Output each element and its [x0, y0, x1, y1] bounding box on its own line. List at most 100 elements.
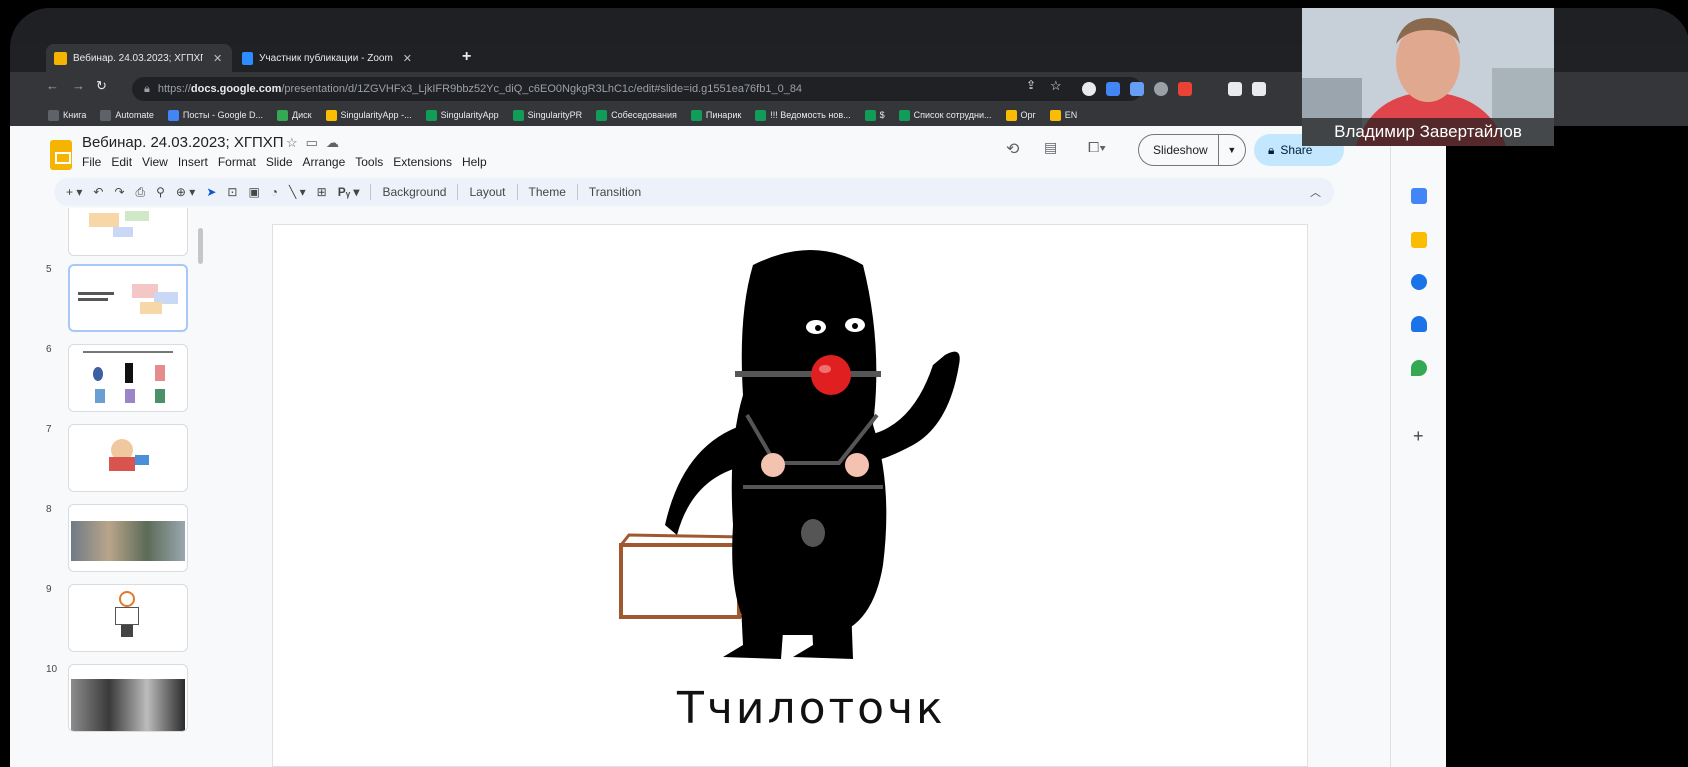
- tab-close-icon[interactable]: ✕: [403, 52, 412, 65]
- bookmark-item[interactable]: EN: [1049, 109, 1077, 121]
- add-addon-icon[interactable]: +: [1413, 426, 1424, 447]
- chevron-up-icon[interactable]: ︿: [1310, 184, 1321, 200]
- text-box-icon[interactable]: ⊡: [227, 185, 237, 199]
- menu-arrange[interactable]: Arrange: [303, 155, 346, 169]
- bookmark-icon: [864, 109, 876, 121]
- filmstrip-scrollbar[interactable]: [198, 228, 203, 264]
- slide-number: 7: [46, 424, 52, 435]
- right-pupil: [852, 323, 858, 329]
- forward-icon[interactable]: →: [72, 78, 85, 93]
- slideshow-button[interactable]: Slideshow ▼: [1138, 134, 1246, 166]
- slide-canvas[interactable]: Тчилоточк: [272, 224, 1308, 767]
- bookmark-icon: [755, 109, 767, 121]
- cloud-status-icon[interactable]: ☁: [326, 135, 347, 150]
- tab-close-icon[interactable]: ✕: [213, 52, 222, 65]
- participant-video-tile[interactable]: Владимир Завертайлов: [1302, 8, 1554, 146]
- move-folder-icon[interactable]: ▭: [306, 135, 326, 150]
- calendar-icon[interactable]: [1411, 188, 1427, 204]
- slide-number: 5: [46, 264, 52, 275]
- tasks-icon[interactable]: [1411, 274, 1427, 290]
- extension-icon[interactable]: [1082, 82, 1096, 96]
- slide-thumb-card: [68, 504, 188, 572]
- chevron-down-icon[interactable]: ▼: [1217, 135, 1245, 165]
- share-page-icon[interactable]: ⇪: [1026, 78, 1036, 92]
- bookmark-item[interactable]: SingularityApp: [425, 109, 499, 121]
- bookmark-item[interactable]: Список сотрудни...: [898, 109, 992, 121]
- bookmark-item[interactable]: Пинарик: [690, 109, 741, 121]
- thumb-figure: [93, 367, 103, 381]
- theme-button[interactable]: Theme: [529, 185, 566, 199]
- menu-edit[interactable]: Edit: [111, 155, 132, 169]
- input-tools-icon[interactable]: Рᵧ ▾: [338, 185, 360, 199]
- slide-number: 6: [46, 344, 52, 355]
- print-icon[interactable]: ⎙: [136, 185, 146, 200]
- slide-thumb-card: [68, 664, 188, 732]
- layout-button[interactable]: Layout: [469, 185, 505, 199]
- version-history-icon[interactable]: ⟲: [1006, 139, 1019, 159]
- bookmark-item[interactable]: SingularityApp -...: [325, 109, 412, 121]
- menu-insert[interactable]: Insert: [178, 155, 208, 169]
- line-icon[interactable]: ╲ ▾: [289, 185, 306, 199]
- select-cursor-icon[interactable]: ➤: [206, 185, 216, 199]
- shape-icon[interactable]: ◔: [271, 185, 278, 199]
- bookmark-item[interactable]: Посты - Google D...: [167, 109, 263, 121]
- bookmark-star-icon[interactable]: ☆: [1050, 78, 1062, 94]
- menu-help[interactable]: Help: [462, 155, 487, 169]
- menu-tools[interactable]: Tools: [355, 155, 383, 169]
- slides-editor: Вебинар. 24.03.2023; ХГПХП ☆▭☁ File Edit…: [10, 126, 1390, 767]
- comments-icon[interactable]: ▤: [1044, 139, 1057, 156]
- thumb-figure: [125, 389, 135, 403]
- bookmark-item[interactable]: !!! Ведомость нов...: [755, 109, 851, 121]
- thumb-figure: [135, 455, 149, 465]
- extension-icon[interactable]: [1106, 82, 1120, 96]
- bookmark-item[interactable]: Диск: [276, 109, 312, 121]
- harness-ring-left: [761, 453, 785, 477]
- menu-slide[interactable]: Slide: [266, 155, 293, 169]
- menu-file[interactable]: File: [82, 155, 101, 169]
- document-title[interactable]: Вебинар. 24.03.2023; ХГПХП: [82, 134, 284, 151]
- extension-icon[interactable]: [1178, 82, 1192, 96]
- star-icon[interactable]: ☆: [286, 135, 306, 150]
- browser-tab-slides[interactable]: Вебинар. 24.03.2023; ХГПХП ✕: [46, 44, 232, 72]
- maps-icon[interactable]: [1411, 360, 1427, 376]
- slides-favicon-icon: [54, 51, 67, 65]
- character-body: [731, 250, 887, 635]
- paint-format-icon[interactable]: ⚲: [156, 185, 165, 199]
- keep-icon[interactable]: [1411, 232, 1427, 248]
- bookmark-item[interactable]: $: [864, 109, 885, 121]
- extension-icon[interactable]: [1154, 82, 1168, 96]
- image-icon[interactable]: ▣: [248, 185, 259, 199]
- comment-add-icon[interactable]: ⊞: [317, 185, 327, 199]
- thumb-figure: [125, 363, 133, 383]
- meet-camera-icon[interactable]: ⧠▾: [1088, 139, 1106, 156]
- lock-icon: 🔒︎: [1268, 142, 1275, 157]
- bookmark-item[interactable]: SingularityPR: [512, 109, 582, 121]
- bookmark-item[interactable]: Собеседования: [596, 109, 677, 121]
- address-bar[interactable]: 🔒︎ https://docs.google.com/presentation/…: [132, 77, 1142, 101]
- menu-extensions[interactable]: Extensions: [393, 155, 452, 169]
- slides-logo-icon[interactable]: [50, 140, 72, 170]
- menu-view[interactable]: View: [142, 155, 168, 169]
- contacts-icon[interactable]: [1411, 316, 1427, 332]
- bookmark-item[interactable]: Орг: [1005, 109, 1036, 121]
- slide-thumb-card: [68, 264, 188, 332]
- redo-icon[interactable]: ↷: [114, 185, 124, 199]
- menu-format[interactable]: Format: [218, 155, 256, 169]
- extension-icon[interactable]: [1130, 82, 1144, 96]
- undo-icon[interactable]: ↶: [93, 185, 103, 199]
- bookmark-item[interactable]: Книга: [48, 109, 86, 121]
- toolbar-divider: [370, 184, 372, 200]
- puzzle-extensions-icon[interactable]: [1228, 82, 1242, 96]
- zoom-icon[interactable]: ⊕ ▾: [176, 185, 195, 199]
- back-icon[interactable]: ←: [46, 78, 59, 93]
- background-button[interactable]: Background: [382, 185, 446, 199]
- bookmark-item[interactable]: Automate: [100, 109, 154, 121]
- new-slide-icon[interactable]: + ▾: [66, 185, 82, 199]
- reload-icon[interactable]: ↻: [96, 78, 107, 94]
- sidepanel-icon[interactable]: [1252, 82, 1266, 96]
- bookmark-icon: [48, 109, 59, 121]
- browser-tab-zoom[interactable]: Участник публикации - Zoom ✕: [234, 44, 420, 72]
- transition-button[interactable]: Transition: [589, 185, 641, 199]
- toolbar-divider: [576, 184, 578, 200]
- new-tab-button[interactable]: +: [462, 48, 471, 66]
